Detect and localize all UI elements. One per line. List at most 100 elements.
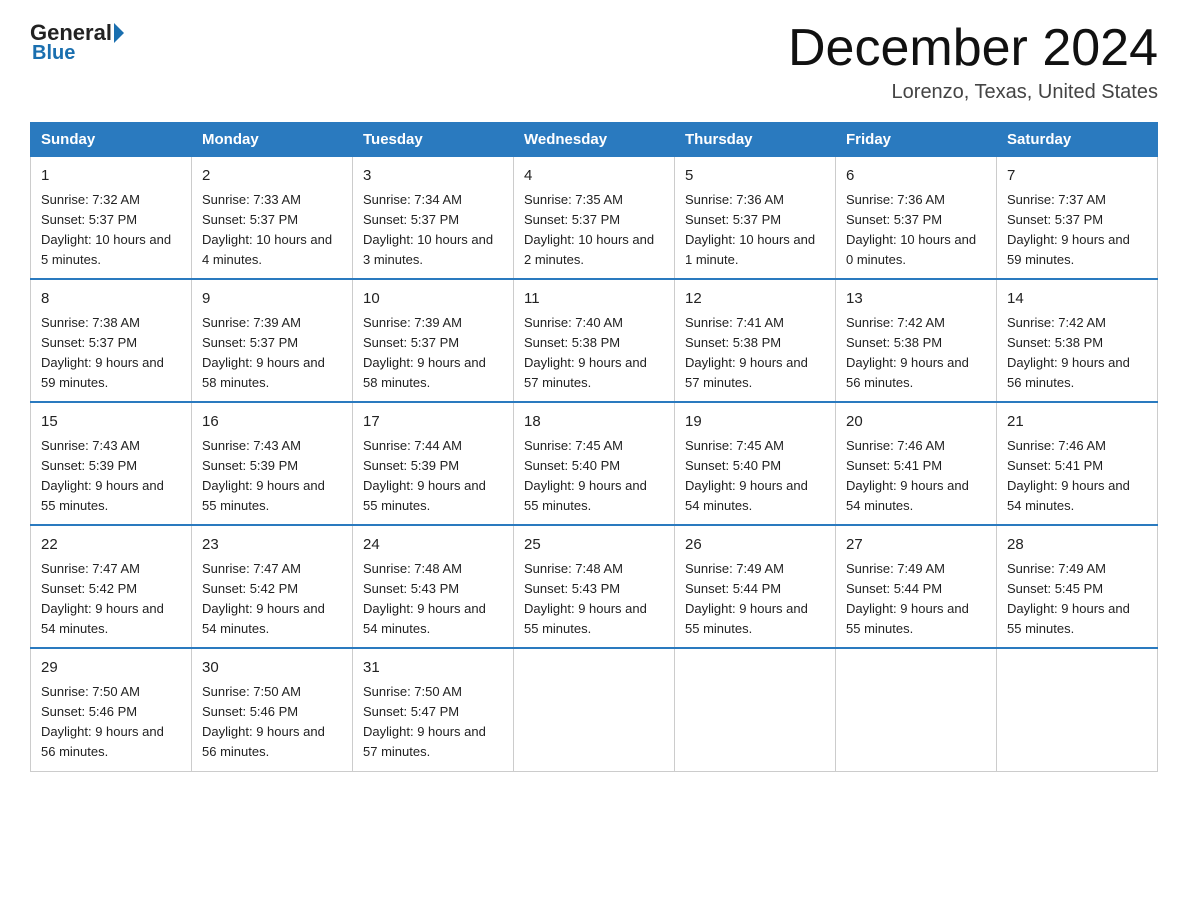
calendar-week-row: 15 Sunrise: 7:43 AMSunset: 5:39 PMDaylig… <box>31 402 1158 525</box>
calendar-cell: 22 Sunrise: 7:47 AMSunset: 5:42 PMDaylig… <box>31 525 192 648</box>
day-number: 31 <box>363 657 503 680</box>
day-info: Sunrise: 7:45 AMSunset: 5:40 PMDaylight:… <box>524 438 647 513</box>
calendar-cell: 12 Sunrise: 7:41 AMSunset: 5:38 PMDaylig… <box>675 279 836 402</box>
day-number: 17 <box>363 411 503 434</box>
calendar-cell: 2 Sunrise: 7:33 AMSunset: 5:37 PMDayligh… <box>192 157 353 280</box>
day-number: 9 <box>202 288 342 311</box>
calendar-cell: 1 Sunrise: 7:32 AMSunset: 5:37 PMDayligh… <box>31 157 192 280</box>
day-number: 20 <box>846 411 986 434</box>
day-info: Sunrise: 7:42 AMSunset: 5:38 PMDaylight:… <box>846 315 969 390</box>
logo: General Blue <box>30 20 125 65</box>
calendar-cell: 28 Sunrise: 7:49 AMSunset: 5:45 PMDaylig… <box>997 525 1158 648</box>
calendar-cell: 31 Sunrise: 7:50 AMSunset: 5:47 PMDaylig… <box>353 648 514 771</box>
day-info: Sunrise: 7:43 AMSunset: 5:39 PMDaylight:… <box>41 438 164 513</box>
day-info: Sunrise: 7:42 AMSunset: 5:38 PMDaylight:… <box>1007 315 1130 390</box>
day-info: Sunrise: 7:41 AMSunset: 5:38 PMDaylight:… <box>685 315 808 390</box>
day-number: 21 <box>1007 411 1147 434</box>
day-number: 12 <box>685 288 825 311</box>
weekday-header-wednesday: Wednesday <box>514 123 675 157</box>
day-info: Sunrise: 7:33 AMSunset: 5:37 PMDaylight:… <box>202 192 332 267</box>
day-info: Sunrise: 7:47 AMSunset: 5:42 PMDaylight:… <box>202 561 325 636</box>
weekday-header-sunday: Sunday <box>31 123 192 157</box>
day-number: 5 <box>685 165 825 188</box>
calendar-cell: 3 Sunrise: 7:34 AMSunset: 5:37 PMDayligh… <box>353 157 514 280</box>
calendar-cell: 25 Sunrise: 7:48 AMSunset: 5:43 PMDaylig… <box>514 525 675 648</box>
calendar-cell: 5 Sunrise: 7:36 AMSunset: 5:37 PMDayligh… <box>675 157 836 280</box>
day-info: Sunrise: 7:36 AMSunset: 5:37 PMDaylight:… <box>685 192 815 267</box>
day-number: 2 <box>202 165 342 188</box>
calendar-cell: 10 Sunrise: 7:39 AMSunset: 5:37 PMDaylig… <box>353 279 514 402</box>
day-number: 15 <box>41 411 181 434</box>
day-info: Sunrise: 7:47 AMSunset: 5:42 PMDaylight:… <box>41 561 164 636</box>
calendar-cell: 20 Sunrise: 7:46 AMSunset: 5:41 PMDaylig… <box>836 402 997 525</box>
day-info: Sunrise: 7:36 AMSunset: 5:37 PMDaylight:… <box>846 192 976 267</box>
day-info: Sunrise: 7:40 AMSunset: 5:38 PMDaylight:… <box>524 315 647 390</box>
calendar-cell: 23 Sunrise: 7:47 AMSunset: 5:42 PMDaylig… <box>192 525 353 648</box>
day-number: 29 <box>41 657 181 680</box>
calendar-cell <box>836 648 997 771</box>
day-number: 11 <box>524 288 664 311</box>
day-number: 24 <box>363 534 503 557</box>
calendar-cell: 9 Sunrise: 7:39 AMSunset: 5:37 PMDayligh… <box>192 279 353 402</box>
calendar-title: December 2024 <box>788 20 1158 77</box>
logo-triangle-icon <box>114 23 124 43</box>
calendar-cell: 24 Sunrise: 7:48 AMSunset: 5:43 PMDaylig… <box>353 525 514 648</box>
calendar-week-row: 1 Sunrise: 7:32 AMSunset: 5:37 PMDayligh… <box>31 157 1158 280</box>
logo-blue-word: Blue <box>32 42 75 65</box>
day-info: Sunrise: 7:38 AMSunset: 5:37 PMDaylight:… <box>41 315 164 390</box>
calendar-week-row: 29 Sunrise: 7:50 AMSunset: 5:46 PMDaylig… <box>31 648 1158 771</box>
calendar-cell: 19 Sunrise: 7:45 AMSunset: 5:40 PMDaylig… <box>675 402 836 525</box>
day-number: 23 <box>202 534 342 557</box>
day-number: 10 <box>363 288 503 311</box>
weekday-header-friday: Friday <box>836 123 997 157</box>
day-number: 19 <box>685 411 825 434</box>
day-info: Sunrise: 7:49 AMSunset: 5:44 PMDaylight:… <box>685 561 808 636</box>
day-info: Sunrise: 7:50 AMSunset: 5:46 PMDaylight:… <box>41 684 164 759</box>
calendar-week-row: 8 Sunrise: 7:38 AMSunset: 5:37 PMDayligh… <box>31 279 1158 402</box>
page-header: General Blue December 2024 Lorenzo, Texa… <box>30 20 1158 104</box>
day-number: 25 <box>524 534 664 557</box>
day-number: 14 <box>1007 288 1147 311</box>
day-info: Sunrise: 7:50 AMSunset: 5:46 PMDaylight:… <box>202 684 325 759</box>
calendar-cell <box>675 648 836 771</box>
weekday-header-thursday: Thursday <box>675 123 836 157</box>
calendar-cell: 30 Sunrise: 7:50 AMSunset: 5:46 PMDaylig… <box>192 648 353 771</box>
day-number: 8 <box>41 288 181 311</box>
day-info: Sunrise: 7:45 AMSunset: 5:40 PMDaylight:… <box>685 438 808 513</box>
calendar-table: SundayMondayTuesdayWednesdayThursdayFrid… <box>30 122 1158 771</box>
weekday-header-saturday: Saturday <box>997 123 1158 157</box>
day-info: Sunrise: 7:46 AMSunset: 5:41 PMDaylight:… <box>846 438 969 513</box>
day-info: Sunrise: 7:34 AMSunset: 5:37 PMDaylight:… <box>363 192 493 267</box>
day-number: 27 <box>846 534 986 557</box>
day-info: Sunrise: 7:49 AMSunset: 5:44 PMDaylight:… <box>846 561 969 636</box>
day-info: Sunrise: 7:44 AMSunset: 5:39 PMDaylight:… <box>363 438 486 513</box>
calendar-cell: 8 Sunrise: 7:38 AMSunset: 5:37 PMDayligh… <box>31 279 192 402</box>
day-number: 1 <box>41 165 181 188</box>
day-info: Sunrise: 7:49 AMSunset: 5:45 PMDaylight:… <box>1007 561 1130 636</box>
weekday-header-tuesday: Tuesday <box>353 123 514 157</box>
calendar-cell: 26 Sunrise: 7:49 AMSunset: 5:44 PMDaylig… <box>675 525 836 648</box>
day-info: Sunrise: 7:35 AMSunset: 5:37 PMDaylight:… <box>524 192 654 267</box>
day-number: 6 <box>846 165 986 188</box>
day-number: 7 <box>1007 165 1147 188</box>
calendar-subtitle: Lorenzo, Texas, United States <box>788 81 1158 104</box>
calendar-cell <box>514 648 675 771</box>
day-number: 3 <box>363 165 503 188</box>
day-info: Sunrise: 7:46 AMSunset: 5:41 PMDaylight:… <box>1007 438 1130 513</box>
day-info: Sunrise: 7:50 AMSunset: 5:47 PMDaylight:… <box>363 684 486 759</box>
calendar-week-row: 22 Sunrise: 7:47 AMSunset: 5:42 PMDaylig… <box>31 525 1158 648</box>
calendar-cell: 4 Sunrise: 7:35 AMSunset: 5:37 PMDayligh… <box>514 157 675 280</box>
day-number: 4 <box>524 165 664 188</box>
day-number: 13 <box>846 288 986 311</box>
calendar-cell: 15 Sunrise: 7:43 AMSunset: 5:39 PMDaylig… <box>31 402 192 525</box>
day-number: 22 <box>41 534 181 557</box>
calendar-cell: 17 Sunrise: 7:44 AMSunset: 5:39 PMDaylig… <box>353 402 514 525</box>
day-info: Sunrise: 7:43 AMSunset: 5:39 PMDaylight:… <box>202 438 325 513</box>
calendar-cell: 16 Sunrise: 7:43 AMSunset: 5:39 PMDaylig… <box>192 402 353 525</box>
weekday-header-monday: Monday <box>192 123 353 157</box>
calendar-cell: 6 Sunrise: 7:36 AMSunset: 5:37 PMDayligh… <box>836 157 997 280</box>
day-number: 16 <box>202 411 342 434</box>
calendar-title-area: December 2024 Lorenzo, Texas, United Sta… <box>788 20 1158 104</box>
day-number: 28 <box>1007 534 1147 557</box>
day-info: Sunrise: 7:39 AMSunset: 5:37 PMDaylight:… <box>202 315 325 390</box>
